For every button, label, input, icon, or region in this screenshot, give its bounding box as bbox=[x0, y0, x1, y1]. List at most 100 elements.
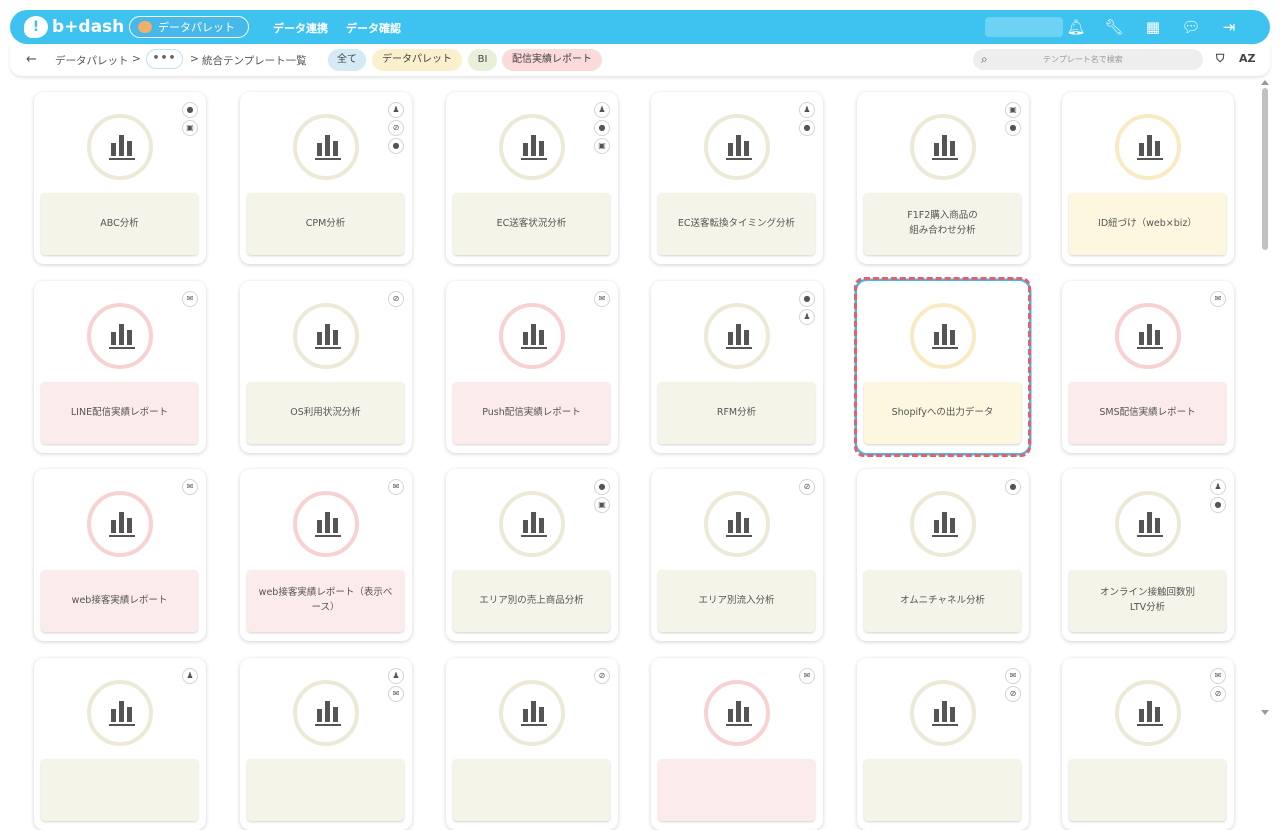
filter-bi[interactable]: BI bbox=[468, 49, 497, 71]
template-card-title: web接客実績レポート bbox=[41, 570, 198, 632]
people-icon: ♟ bbox=[799, 309, 815, 325]
template-card[interactable]: web接客実績レポート ✉ bbox=[34, 469, 206, 641]
template-card[interactable]: CPM分析 ♟ ⊘ ● bbox=[240, 92, 412, 264]
bar-chart-icon bbox=[521, 700, 547, 726]
template-card-title: LINE配信実績レポート bbox=[41, 382, 198, 444]
breadcrumb-more-button[interactable]: ••• bbox=[146, 49, 183, 69]
chart-ring bbox=[910, 491, 976, 557]
scroll-down-arrow[interactable] bbox=[1261, 710, 1269, 715]
template-card-title bbox=[1069, 759, 1226, 821]
mail-icon: ✉ bbox=[799, 668, 815, 684]
coin-icon: ● bbox=[388, 138, 404, 154]
bar-chart-icon bbox=[315, 134, 341, 160]
template-card[interactable]: エリア別流入分析 ⊘ bbox=[651, 469, 823, 641]
chart-ring bbox=[1115, 491, 1181, 557]
filter-delivery-report[interactable]: 配信実績レポート bbox=[502, 49, 602, 71]
chart-ring bbox=[704, 303, 770, 369]
logout-icon[interactable]: ⇥ bbox=[1218, 16, 1240, 38]
vertical-scrollbar[interactable] bbox=[1262, 88, 1268, 250]
bar-chart-icon bbox=[1137, 700, 1163, 726]
chart-ring bbox=[87, 680, 153, 746]
template-card-title bbox=[453, 759, 610, 821]
back-arrow-icon[interactable]: ← bbox=[26, 52, 37, 67]
bar-chart-icon bbox=[521, 323, 547, 349]
nav-data-check[interactable]: データ確認 bbox=[346, 20, 401, 36]
grid-icon[interactable]: ▦ bbox=[1142, 16, 1164, 38]
mail-icon: ✉ bbox=[182, 479, 198, 495]
breadcrumb-root[interactable]: データパレット bbox=[55, 53, 129, 68]
shield-sort-icon[interactable]: ⛉ bbox=[1216, 52, 1224, 66]
people-icon: ♟ bbox=[594, 102, 610, 118]
chart-ring bbox=[704, 491, 770, 557]
template-card[interactable]: ID紐づけ（web×biz） bbox=[1062, 92, 1234, 264]
coin-icon: ● bbox=[1005, 120, 1021, 136]
people-icon: ♟ bbox=[388, 668, 404, 684]
template-card-title: EC送客転換タイミング分析 bbox=[658, 193, 815, 255]
search-icon: ⌕ bbox=[981, 52, 988, 66]
gift-icon: ▣ bbox=[182, 120, 198, 136]
template-card[interactable]: EC送客転換タイミング分析 ♟ ● bbox=[651, 92, 823, 264]
template-card[interactable]: web接客実績レポート（表示ベース） ✉ bbox=[240, 469, 412, 641]
template-card[interactable]: LINE配信実績レポート ✉ bbox=[34, 281, 206, 453]
scroll-up-arrow[interactable] bbox=[1261, 80, 1269, 85]
bar-chart-icon bbox=[1137, 134, 1163, 160]
template-card-title: Push配信実績レポート bbox=[453, 382, 610, 444]
template-card-title: OS利用状況分析 bbox=[247, 382, 404, 444]
chart-ring bbox=[499, 491, 565, 557]
bar-chart-icon bbox=[109, 700, 135, 726]
bar-chart-icon bbox=[726, 511, 752, 537]
template-card[interactable]: ✉ ⊘ bbox=[857, 658, 1029, 830]
template-card-title: オンライン接触回数別 LTV分析 bbox=[1069, 570, 1226, 632]
chart-ring bbox=[704, 680, 770, 746]
help-chat-icon[interactable]: 💬︎ bbox=[1180, 16, 1202, 38]
bell-icon[interactable]: 🔔︎ bbox=[1065, 16, 1087, 38]
template-card[interactable]: エリア別の売上商品分析 ● ▣ bbox=[446, 469, 618, 641]
template-card[interactable]: ⊘ bbox=[446, 658, 618, 830]
template-card[interactable]: オムニチャネル分析 ● bbox=[857, 469, 1029, 641]
template-card[interactable]: ♟ ✉ bbox=[240, 658, 412, 830]
bdash-logo[interactable]: ! b+dash bbox=[24, 15, 124, 39]
bar-chart-icon bbox=[932, 134, 958, 160]
mail-icon: ✉ bbox=[182, 291, 198, 307]
filter-all[interactable]: 全て bbox=[328, 49, 366, 71]
no-coin-icon: ⊘ bbox=[388, 291, 404, 307]
template-card[interactable]: OS利用状況分析 ⊘ bbox=[240, 281, 412, 453]
filter-data-palette[interactable]: データパレット bbox=[372, 49, 462, 71]
coin-icon: ● bbox=[182, 102, 198, 118]
template-card[interactable]: ✉ ⊘ bbox=[1062, 658, 1234, 830]
app-switcher-pill[interactable]: データパレット bbox=[129, 16, 249, 38]
nav-data-integration[interactable]: データ連携 bbox=[273, 20, 328, 36]
coin-icon: ● bbox=[799, 120, 815, 136]
template-card-title: オムニチャネル分析 bbox=[864, 570, 1021, 632]
bar-chart-icon bbox=[1137, 511, 1163, 537]
template-card-title: ID紐づけ（web×biz） bbox=[1069, 193, 1226, 255]
bar-chart-icon bbox=[521, 134, 547, 160]
people-icon: ♟ bbox=[1210, 479, 1226, 495]
bar-chart-icon bbox=[109, 511, 135, 537]
template-card[interactable]: F1F2購入商品の 組み合わせ分析 ▣ ● bbox=[857, 92, 1029, 264]
template-card-title: CPM分析 bbox=[247, 193, 404, 255]
template-card[interactable]: ABC分析 ● ▣ bbox=[34, 92, 206, 264]
chart-ring bbox=[910, 114, 976, 180]
template-card[interactable]: EC送客状況分析 ♟ ● ▣ bbox=[446, 92, 618, 264]
mail-icon: ✉ bbox=[388, 479, 404, 495]
template-card[interactable]: SMS配信実績レポート ✉ bbox=[1062, 281, 1234, 453]
template-card[interactable]: ✉ bbox=[651, 658, 823, 830]
people-icon: ♟ bbox=[182, 668, 198, 684]
people-icon: ♟ bbox=[388, 102, 404, 118]
template-card[interactable]: ♟ bbox=[34, 658, 206, 830]
chart-ring bbox=[704, 114, 770, 180]
no-coin-icon: ⊘ bbox=[799, 479, 815, 495]
template-search-input[interactable]: ⌕ テンプレート名で検索 bbox=[973, 49, 1203, 70]
user-name-area[interactable] bbox=[985, 17, 1063, 37]
template-card[interactable]: Push配信実績レポート ✉ bbox=[446, 281, 618, 453]
search-placeholder: テンプレート名で検索 bbox=[1043, 55, 1123, 64]
template-card[interactable]: RFM分析 ● ♟ bbox=[651, 281, 823, 453]
az-sort-button[interactable]: AZ bbox=[1239, 52, 1256, 65]
bar-chart-icon bbox=[726, 323, 752, 349]
wrench-icon[interactable]: 🔧︎ bbox=[1103, 16, 1125, 38]
selection-highlight bbox=[854, 277, 1031, 457]
logo-text: b+dash bbox=[52, 17, 125, 37]
mail-icon: ✉ bbox=[594, 291, 610, 307]
template-card[interactable]: オンライン接触回数別 LTV分析 ♟ ● bbox=[1062, 469, 1234, 641]
